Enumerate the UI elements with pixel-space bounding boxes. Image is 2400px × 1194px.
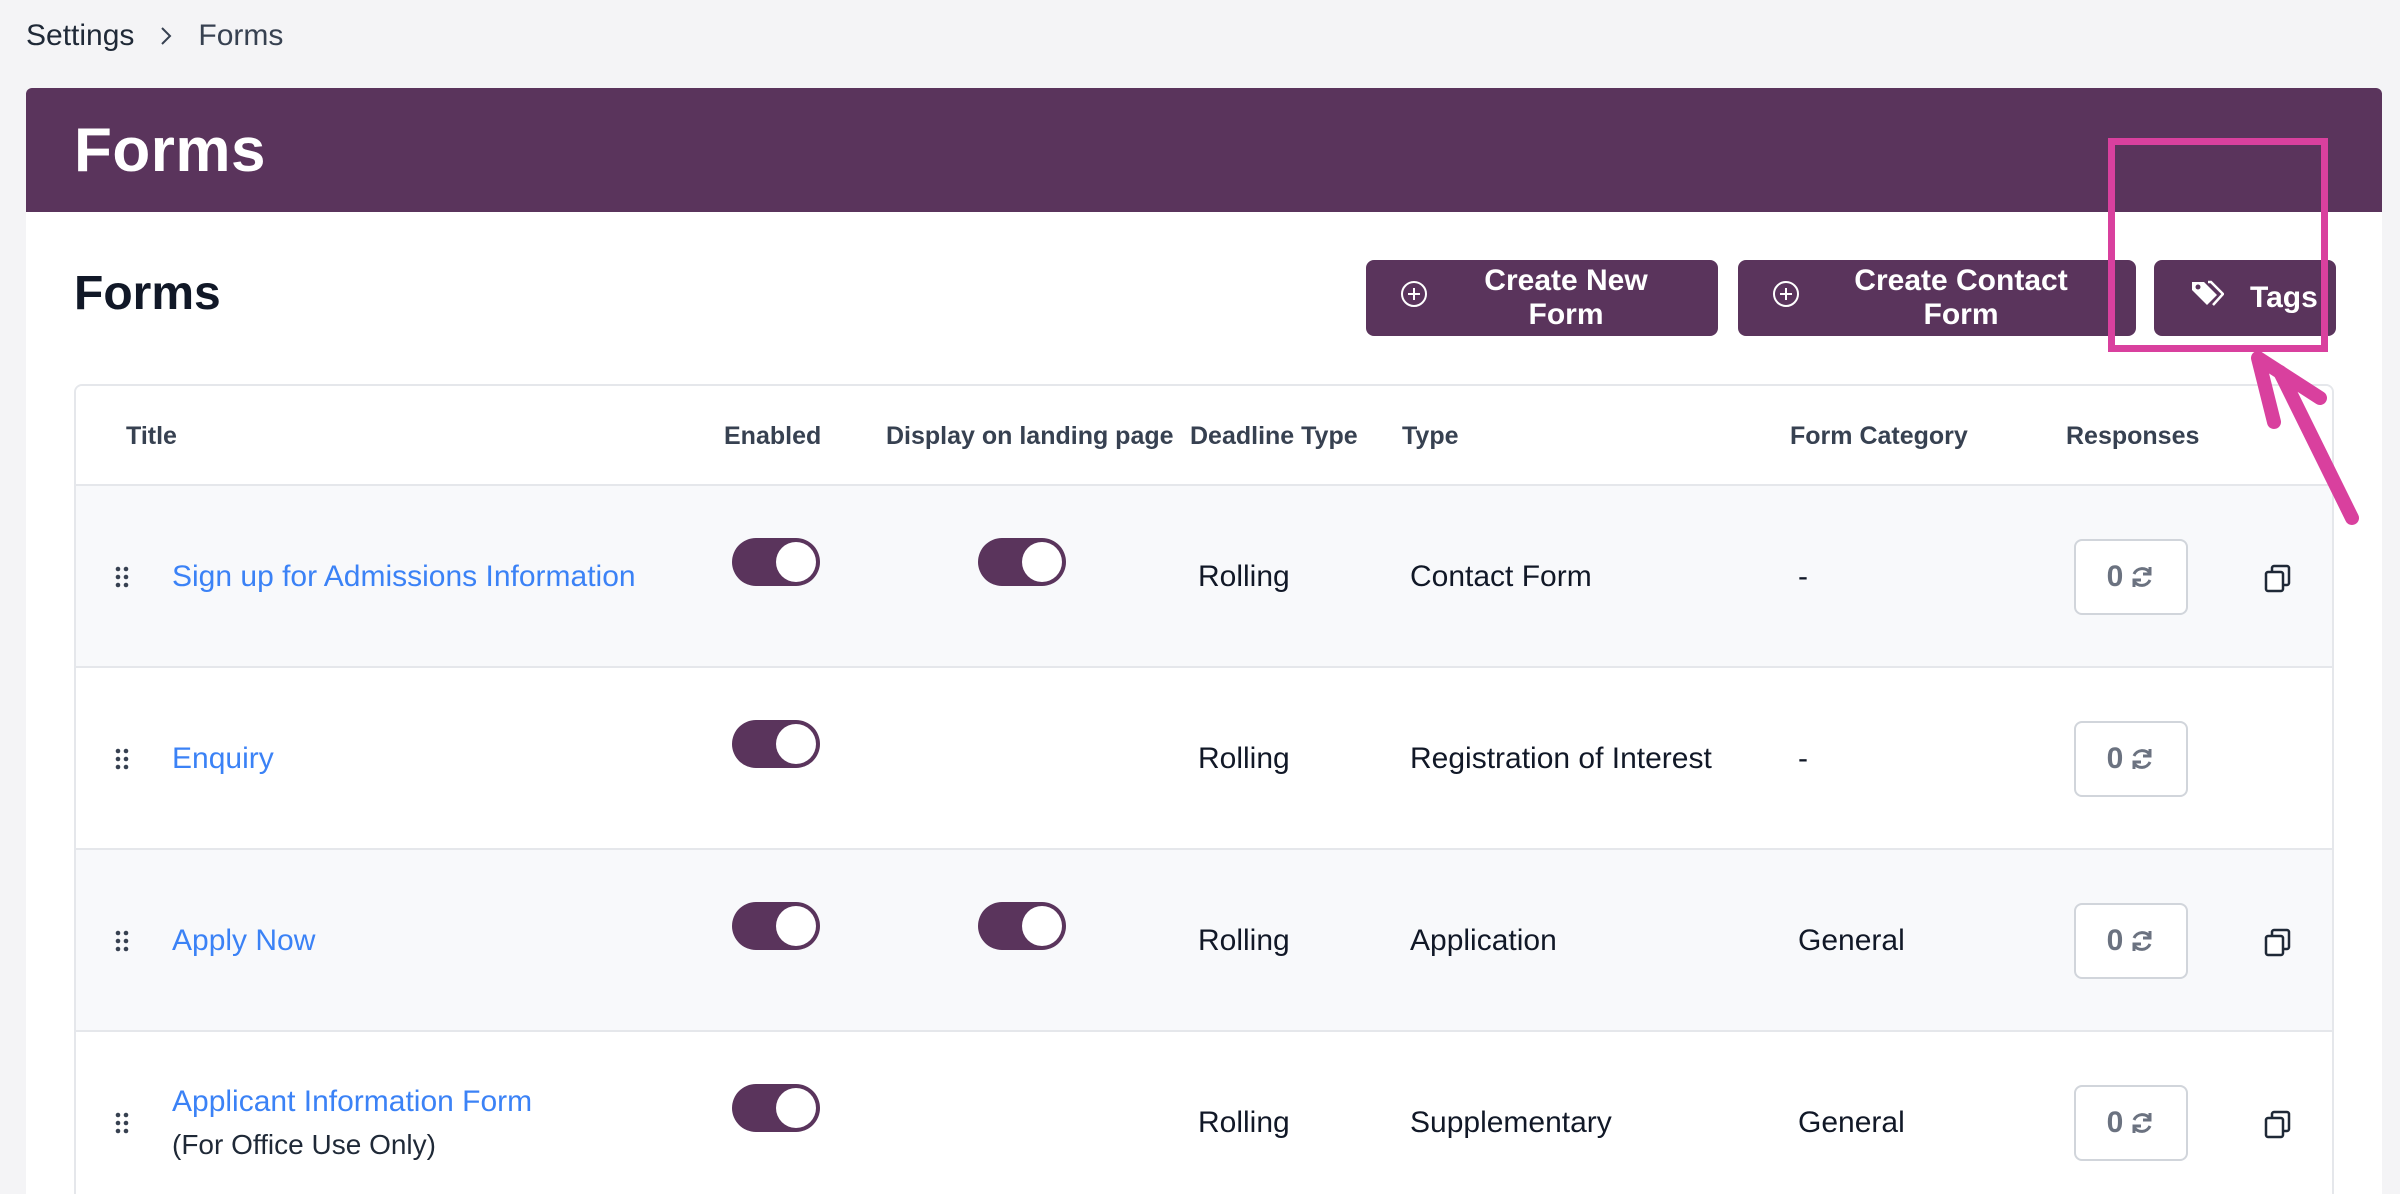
forms-table: Title Enabled Display on landing page De…: [74, 384, 2334, 1194]
form-title-cell: Enquiry: [172, 668, 274, 850]
copy-icon[interactable]: [2260, 1106, 2296, 1142]
col-type[interactable]: Type: [1402, 386, 1459, 486]
responses-button[interactable]: 0: [2074, 1085, 2188, 1161]
form-title-link[interactable]: Sign up for Admissions Information: [172, 560, 636, 594]
table-row: Enquiry Rolling Registration of Interest - 0: [76, 668, 2332, 850]
forms-card: Forms Forms Create New Form Create Conta…: [26, 88, 2382, 1194]
enabled-toggle[interactable]: [732, 902, 820, 950]
copy-icon[interactable]: [2260, 924, 2296, 960]
create-contact-form-label: Create Contact Form: [1854, 264, 2068, 331]
form-type: Application: [1410, 924, 1557, 957]
col-title[interactable]: Title: [126, 386, 177, 486]
responses-count: 0: [2106, 1106, 2124, 1139]
deadline-type: Rolling: [1198, 1106, 1290, 1139]
form-category: -: [1798, 560, 1808, 593]
plus-circle-icon: [1772, 280, 1800, 316]
responses-button[interactable]: 0: [2074, 721, 2188, 797]
tags-icon: [2190, 279, 2225, 317]
toggle-knob: [776, 1088, 816, 1128]
enabled-toggle[interactable]: [732, 1084, 820, 1132]
responses-count: 0: [2106, 560, 2124, 593]
enabled-toggle[interactable]: [732, 538, 820, 586]
responses-button[interactable]: 0: [2074, 539, 2188, 615]
responses-button[interactable]: 0: [2074, 903, 2188, 979]
col-responses[interactable]: Responses: [2066, 386, 2199, 486]
drag-handle-icon[interactable]: [112, 850, 132, 1032]
col-landing[interactable]: Display on landing page: [886, 386, 1174, 486]
section-title: Forms: [74, 267, 221, 320]
form-title-link[interactable]: Enquiry: [172, 742, 274, 776]
responses-count: 0: [2106, 924, 2124, 957]
toggle-knob: [776, 724, 816, 764]
refresh-icon: [2129, 928, 2155, 954]
page-title: Forms: [74, 115, 266, 185]
refresh-icon: [2129, 564, 2155, 590]
landing-page-toggle[interactable]: [978, 902, 1066, 950]
col-deadline-type[interactable]: Deadline Type: [1190, 386, 1358, 486]
copy-icon[interactable]: [2260, 560, 2296, 596]
enabled-toggle[interactable]: [732, 720, 820, 768]
table-row: Applicant Information Form (For Office Us…: [76, 1032, 2332, 1194]
toggle-knob: [1022, 542, 1062, 582]
col-enabled[interactable]: Enabled: [724, 386, 821, 486]
toggle-knob: [776, 906, 816, 946]
form-title-link[interactable]: Apply Now: [172, 924, 315, 958]
form-type: Contact Form: [1410, 560, 1592, 593]
breadcrumb-current: Forms: [198, 19, 284, 52]
create-contact-form-button[interactable]: Create Contact Form: [1738, 260, 2136, 336]
create-new-form-label: Create New Form: [1484, 264, 1648, 331]
tags-label: Tags: [2250, 281, 2318, 314]
chevron-right-icon: [156, 26, 176, 46]
form-category: General: [1798, 924, 1905, 957]
form-title-cell: Applicant Information Form (For Office Us…: [172, 1032, 532, 1194]
breadcrumb: Settings Forms: [26, 16, 283, 56]
table-row: Sign up for Admissions Information Rollin…: [76, 486, 2332, 668]
drag-handle-icon[interactable]: [112, 668, 132, 850]
landing-page-toggle[interactable]: [978, 538, 1066, 586]
page-header: Forms: [26, 88, 2382, 212]
refresh-icon: [2129, 746, 2155, 772]
col-form-category[interactable]: Form Category: [1790, 386, 1968, 486]
form-type: Supplementary: [1410, 1106, 1612, 1139]
deadline-type: Rolling: [1198, 742, 1290, 775]
deadline-type: Rolling: [1198, 924, 1290, 957]
plus-circle-icon: [1400, 280, 1428, 316]
form-title-link[interactable]: Applicant Information Form: [172, 1085, 532, 1119]
table-header: Title Enabled Display on landing page De…: [76, 386, 2332, 486]
drag-handle-icon[interactable]: [112, 1032, 132, 1194]
toggle-knob: [776, 542, 816, 582]
toggle-knob: [1022, 906, 1062, 946]
tags-button[interactable]: Tags: [2154, 260, 2336, 336]
create-new-form-button[interactable]: Create New Form: [1366, 260, 1718, 336]
breadcrumb-settings-link[interactable]: Settings: [26, 19, 134, 53]
form-category: General: [1798, 1106, 1905, 1139]
deadline-type: Rolling: [1198, 560, 1290, 593]
form-subtitle: (For Office Use Only): [172, 1129, 436, 1160]
form-category: -: [1798, 742, 1808, 775]
form-title-cell: Apply Now: [172, 850, 315, 1032]
table-row: Apply Now Rolling Application General 0: [76, 850, 2332, 1032]
refresh-icon: [2129, 1110, 2155, 1136]
table-body: Sign up for Admissions Information Rollin…: [76, 486, 2332, 1194]
form-title-cell: Sign up for Admissions Information: [172, 486, 636, 668]
responses-count: 0: [2106, 742, 2124, 775]
drag-handle-icon[interactable]: [112, 486, 132, 668]
form-type: Registration of Interest: [1410, 742, 1712, 775]
